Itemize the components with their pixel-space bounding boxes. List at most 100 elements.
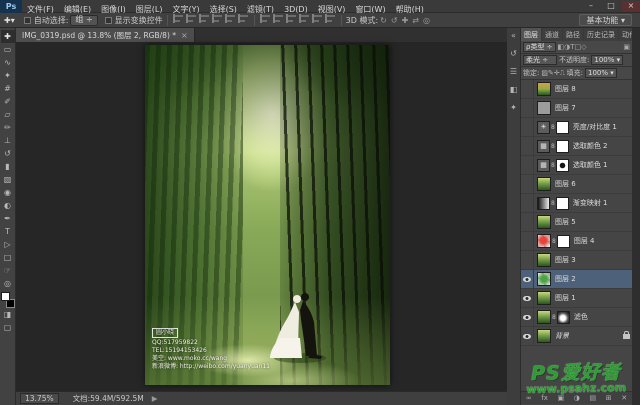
- document-tab[interactable]: IMG_0319.psd @ 13.8% (图层 2, RGB/8) * ×: [16, 28, 195, 42]
- visibility-toggle[interactable]: [521, 137, 534, 156]
- opacity-field[interactable]: 100% ▾: [591, 55, 623, 65]
- visibility-toggle[interactable]: [521, 118, 534, 137]
- eraser-tool[interactable]: ▮: [1, 160, 15, 173]
- adjustments-panel-icon[interactable]: ◧: [510, 85, 518, 94]
- visibility-toggle[interactable]: [521, 289, 534, 308]
- quick-mask-icon[interactable]: ◨: [1, 308, 15, 321]
- history-brush-tool[interactable]: ↺: [1, 147, 15, 160]
- history-panel-icon[interactable]: ↺: [510, 49, 517, 58]
- close-button[interactable]: ×: [622, 1, 640, 12]
- zoom-tool[interactable]: ◎: [1, 277, 15, 290]
- distribute-icon[interactable]: [260, 14, 271, 24]
- tab-图层[interactable]: 图层: [521, 28, 541, 41]
- tab-close-icon[interactable]: ×: [181, 31, 188, 40]
- layer-row[interactable]: 图层 1: [521, 289, 632, 308]
- visibility-toggle[interactable]: [521, 156, 534, 175]
- layer-row[interactable]: 图层 2: [521, 270, 632, 289]
- new-adjustment-icon[interactable]: ◑: [574, 394, 580, 402]
- path-selection-tool[interactable]: ▷: [1, 238, 15, 251]
- distribute-icon[interactable]: [312, 14, 323, 24]
- show-transform-checkbox[interactable]: [105, 17, 112, 24]
- layer-row[interactable]: 图层 5: [521, 213, 632, 232]
- visibility-toggle[interactable]: [521, 270, 534, 289]
- lock-transparency-icon[interactable]: ▨: [541, 69, 548, 77]
- layer-row[interactable]: 图层 7: [521, 99, 632, 118]
- marquee-tool[interactable]: ▭: [1, 43, 15, 56]
- lock-all-icon[interactable]: ⎍: [560, 69, 565, 77]
- status-options-arrow-icon[interactable]: ▶: [152, 394, 158, 403]
- distribute-icon[interactable]: [273, 14, 284, 24]
- delete-layer-icon[interactable]: ✕: [621, 394, 627, 402]
- visibility-toggle[interactable]: [521, 99, 534, 118]
- clone-stamp-tool[interactable]: ⊥: [1, 134, 15, 147]
- tab-通道[interactable]: 通道: [542, 28, 562, 41]
- tab-历史记录[interactable]: 历史记录: [584, 28, 618, 41]
- layer-effects-icon[interactable]: fx: [541, 394, 548, 402]
- quick-selection-tool[interactable]: ✦: [1, 69, 15, 82]
- layer-row[interactable]: 8图层 4: [521, 232, 632, 251]
- dodge-tool[interactable]: ◐: [1, 199, 15, 212]
- filter-smart-objects-icon[interactable]: ◇: [581, 43, 586, 51]
- align-icon[interactable]: [238, 14, 249, 24]
- auto-select-dropdown[interactable]: 组 ÷: [70, 15, 97, 26]
- blur-tool[interactable]: ◉: [1, 186, 15, 199]
- screen-mode-icon[interactable]: ▢: [1, 321, 15, 334]
- foreground-color-swatch[interactable]: [1, 292, 10, 301]
- hand-tool[interactable]: ☞: [1, 264, 15, 277]
- lasso-tool[interactable]: ∿: [1, 56, 15, 69]
- crop-tool[interactable]: #: [1, 82, 15, 95]
- new-group-icon[interactable]: ▤: [590, 394, 597, 402]
- distribute-icon[interactable]: [299, 14, 310, 24]
- photo-wedding-avenue[interactable]: 圆小晓 QQ:517959822TEL:15194153426美空: www.m…: [145, 45, 390, 385]
- shape-tool[interactable]: □: [1, 251, 15, 264]
- align-icon[interactable]: [186, 14, 197, 24]
- layer-row[interactable]: ☀8亮度/对比度 1: [521, 118, 632, 137]
- layer-row[interactable]: 背景: [521, 327, 632, 346]
- new-layer-icon[interactable]: ⊞: [606, 394, 612, 402]
- 3d-roll-icon[interactable]: ↺: [391, 16, 398, 25]
- visibility-toggle[interactable]: [521, 213, 534, 232]
- auto-select-checkbox[interactable]: [24, 17, 31, 24]
- canvas[interactable]: 圆小晓 QQ:517959822TEL:15194153426美空: www.m…: [16, 42, 507, 391]
- gradient-tool[interactable]: ▧: [1, 173, 15, 186]
- type-tool[interactable]: T: [1, 225, 15, 238]
- layer-row[interactable]: 图层 6: [521, 175, 632, 194]
- eyedropper-tool[interactable]: ✐: [1, 95, 15, 108]
- visibility-toggle[interactable]: [521, 194, 534, 213]
- distribute-icon[interactable]: [325, 14, 336, 24]
- align-icon[interactable]: [212, 14, 223, 24]
- distribute-icon[interactable]: [286, 14, 297, 24]
- align-icon[interactable]: [173, 14, 184, 24]
- layer-row[interactable]: ▦8选取颜色 1: [521, 156, 632, 175]
- minimize-button[interactable]: –: [582, 1, 600, 12]
- visibility-toggle[interactable]: [521, 232, 534, 251]
- layer-row[interactable]: ▦8选取颜色 2: [521, 137, 632, 156]
- properties-panel-icon[interactable]: ☰: [510, 67, 517, 76]
- 3d-rotate-icon[interactable]: ↻: [380, 16, 387, 25]
- layer-row[interactable]: 8滤色: [521, 308, 632, 327]
- visibility-toggle[interactable]: [521, 308, 534, 327]
- visibility-toggle[interactable]: [521, 175, 534, 194]
- expand-panels-icon[interactable]: «: [511, 31, 516, 40]
- filter-kind-dropdown[interactable]: ρ类型 ÷: [523, 42, 556, 52]
- zoom-level-field[interactable]: 13.75%: [20, 393, 59, 404]
- visibility-toggle[interactable]: [521, 251, 534, 270]
- brush-tool[interactable]: ✏: [1, 121, 15, 134]
- add-mask-icon[interactable]: ▣: [558, 394, 565, 402]
- align-icon[interactable]: [225, 14, 236, 24]
- filter-toggle-icon[interactable]: ▣: [623, 43, 630, 51]
- fill-field[interactable]: 100% ▾: [585, 68, 617, 78]
- healing-brush-tool[interactable]: ▱: [1, 108, 15, 121]
- workspace-switcher-button[interactable]: 基本功能 ▾: [579, 14, 632, 26]
- blend-mode-dropdown[interactable]: 柔光 ÷: [523, 55, 557, 65]
- visibility-toggle[interactable]: [521, 327, 534, 346]
- tab-路径[interactable]: 路径: [563, 28, 583, 41]
- visibility-toggle[interactable]: [521, 80, 534, 99]
- layer-row[interactable]: 图层 8: [521, 80, 632, 99]
- layer-row[interactable]: 8渐变映射 1: [521, 194, 632, 213]
- 3d-slide-icon[interactable]: ⇄: [412, 16, 419, 25]
- 3d-scale-icon[interactable]: ◎: [423, 16, 430, 25]
- pen-tool[interactable]: ✒: [1, 212, 15, 225]
- link-layers-icon[interactable]: ∞: [526, 394, 532, 402]
- styles-panel-icon[interactable]: ✦: [510, 103, 517, 112]
